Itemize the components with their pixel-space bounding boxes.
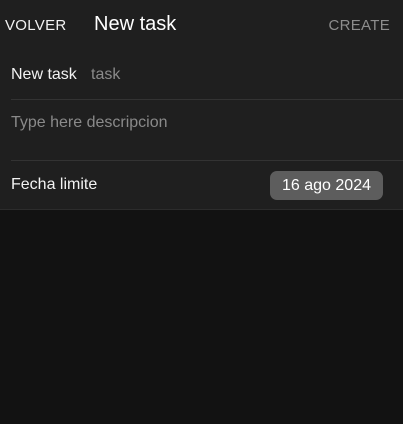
create-button[interactable]: CREATE [328, 17, 390, 34]
top-bar: VOLVER New task CREATE [0, 0, 403, 52]
task-name-input[interactable] [91, 64, 381, 86]
description-input[interactable] [11, 114, 381, 138]
task-name-label: New task [11, 66, 77, 83]
task-name-row: New task [11, 52, 403, 100]
description-row [11, 100, 403, 161]
task-form: New task Fecha limite 16 ago 2024 [0, 52, 403, 210]
page-title: New task [94, 13, 177, 35]
due-date-label: Fecha limite [11, 176, 98, 193]
new-task-screen: VOLVER New task CREATE New task Fecha li… [0, 0, 403, 424]
due-date-button[interactable]: 16 ago 2024 [270, 171, 383, 200]
due-date-row: Fecha limite 16 ago 2024 [11, 161, 403, 209]
back-button[interactable]: VOLVER [5, 17, 67, 34]
